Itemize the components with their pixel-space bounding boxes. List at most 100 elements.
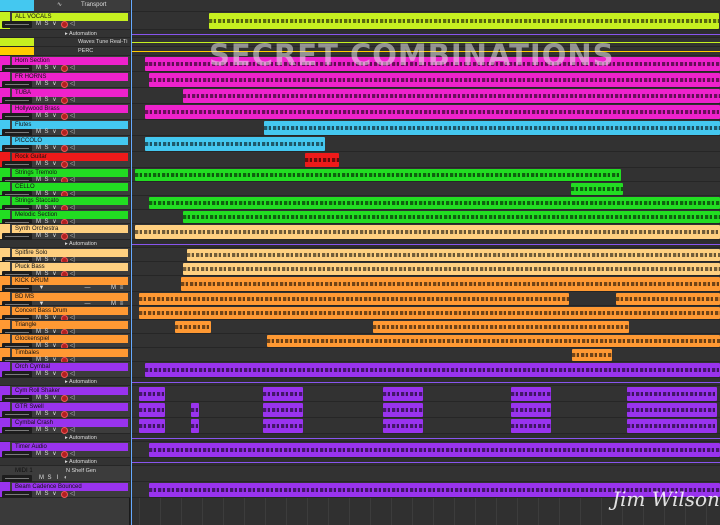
- audio-region[interactable]: [627, 403, 717, 417]
- track-name[interactable]: Beam Cadence Bounced: [12, 483, 128, 491]
- solo-button[interactable]: S: [43, 81, 50, 88]
- track-lane[interactable]: [131, 386, 720, 402]
- input-monitor-icon[interactable]: ∨: [51, 411, 58, 418]
- automation-row[interactable]: ▸ Automation: [0, 434, 130, 442]
- track-name[interactable]: Orch Cymbal: [12, 363, 128, 371]
- audio-region[interactable]: [373, 321, 629, 333]
- audio-region[interactable]: [263, 403, 303, 417]
- speaker-icon[interactable]: ◁: [70, 411, 77, 418]
- track-lane[interactable]: [131, 418, 720, 434]
- track-header[interactable]: Triangle M S ∨ ◁: [0, 320, 130, 336]
- track-lane[interactable]: [131, 104, 720, 120]
- track-lane[interactable]: [131, 334, 720, 348]
- track-header[interactable]: Timer Audio M S ∨ ◁: [0, 442, 130, 458]
- track-header[interactable]: Flutes M S ∨ ◁: [0, 120, 130, 136]
- audio-region[interactable]: [183, 89, 720, 103]
- track-lane[interactable]: [131, 136, 720, 152]
- audio-region[interactable]: [135, 169, 621, 181]
- speaker-icon[interactable]: ◁: [70, 427, 77, 434]
- track-lane[interactable]: [131, 306, 720, 320]
- audio-region[interactable]: [145, 105, 720, 119]
- audio-region[interactable]: [181, 277, 720, 291]
- mute-button[interactable]: M: [35, 371, 42, 378]
- audio-region[interactable]: [175, 321, 211, 333]
- track-lane[interactable]: [131, 466, 720, 482]
- track-lane[interactable]: [131, 442, 720, 458]
- audio-region[interactable]: [139, 419, 165, 433]
- automation-line[interactable]: [131, 382, 720, 383]
- track-header[interactable]: Horn Section M S ∨ ◁: [0, 56, 130, 72]
- solo-button[interactable]: S: [43, 113, 50, 120]
- track-name[interactable]: Timbales: [12, 349, 128, 357]
- playhead[interactable]: [131, 0, 132, 525]
- mute-button[interactable]: M: [35, 491, 42, 498]
- track-name[interactable]: Pluck Bass: [12, 263, 128, 271]
- track-name[interactable]: BD MS: [12, 293, 128, 301]
- input-monitor-icon[interactable]: ∨: [51, 145, 58, 152]
- mute-button[interactable]: M: [35, 427, 42, 434]
- speaker-icon[interactable]: ◁: [70, 81, 77, 88]
- solo-button[interactable]: S: [46, 475, 53, 482]
- input-monitor-icon[interactable]: ∨: [51, 395, 58, 402]
- audio-region[interactable]: [149, 443, 720, 457]
- record-arm-button[interactable]: [61, 145, 68, 152]
- audio-region[interactable]: [572, 349, 612, 361]
- solo-button[interactable]: S: [43, 371, 50, 378]
- input-monitor-icon[interactable]: ∨: [51, 21, 58, 28]
- record-arm-button[interactable]: [61, 113, 68, 120]
- audio-region[interactable]: [571, 183, 623, 195]
- input-monitor-icon[interactable]: ∨: [51, 491, 58, 498]
- speaker-icon[interactable]: ◁: [70, 451, 77, 458]
- audio-region[interactable]: [187, 249, 720, 261]
- record-arm-button[interactable]: [61, 233, 68, 240]
- track-name[interactable]: Timer Audio: [12, 443, 128, 451]
- record-arm-button[interactable]: [61, 395, 68, 402]
- track-lane[interactable]: [131, 348, 720, 362]
- solo-button[interactable]: S: [43, 451, 50, 458]
- track-name[interactable]: GTR Swell: [12, 403, 128, 411]
- automation-row[interactable]: ▸ Automation: [0, 240, 130, 248]
- track-name[interactable]: Cym Roll Shaker: [12, 387, 128, 395]
- transport-icon[interactable]: ∿: [56, 2, 63, 9]
- solo-button[interactable]: S: [43, 395, 50, 402]
- track-header[interactable]: TUBA M S ∨ ◁: [0, 88, 130, 104]
- track-header[interactable]: KICK DRUM ▼ — M ≡: [0, 276, 130, 292]
- track-lane[interactable]: [131, 402, 720, 418]
- track-header[interactable]: Orch Cymbal M S ∨ ◁: [0, 362, 130, 378]
- track-name[interactable]: Glockenspiel: [12, 335, 128, 343]
- speaker-icon[interactable]: ◁: [70, 233, 77, 240]
- audio-region[interactable]: [149, 197, 720, 209]
- arrangement-area[interactable]: [131, 0, 720, 525]
- mute-button[interactable]: M: [35, 411, 42, 418]
- track-header[interactable]: Strings Tremolo M S ∨ ◁: [0, 168, 130, 184]
- track-lane[interactable]: [131, 248, 720, 262]
- track-name[interactable]: PICCOLO: [12, 137, 128, 145]
- record-arm-button[interactable]: [61, 129, 68, 136]
- track-header[interactable]: Melodic Section M S ∨ ◁: [0, 210, 130, 226]
- track-lane[interactable]: [131, 30, 720, 38]
- track-name[interactable]: Synth Orchestra: [12, 225, 128, 233]
- track-name[interactable]: TUBA: [12, 89, 128, 97]
- input-monitor-icon[interactable]: ∨: [51, 427, 58, 434]
- track-header[interactable]: Transport ∿: [0, 0, 130, 12]
- track-header[interactable]: MIDI 1 M S I ◐: [0, 466, 130, 482]
- track-lane[interactable]: [131, 210, 720, 224]
- mute-button[interactable]: M: [35, 113, 42, 120]
- solo-button[interactable]: S: [43, 411, 50, 418]
- track-name[interactable]: FR HORNS: [12, 73, 128, 81]
- input-monitor-icon[interactable]: ∨: [51, 371, 58, 378]
- record-arm-button[interactable]: [61, 81, 68, 88]
- track-lane[interactable]: [131, 88, 720, 104]
- track-header[interactable]: Spitfire Solo M S ∨ ◁: [0, 248, 130, 264]
- plugin-row[interactable]: PERC: [0, 47, 130, 56]
- track-name[interactable]: Horn Section: [12, 57, 128, 65]
- automation-row[interactable]: ▸ Automation: [0, 378, 130, 386]
- track-header[interactable]: Concert Bass Drum M S ∨ ◁: [0, 306, 130, 322]
- automation-row[interactable]: ▸ Automation: [0, 458, 130, 466]
- track-header[interactable]: ALL VOCALS M S ∨ ◁: [0, 12, 130, 30]
- audio-region[interactable]: [139, 387, 165, 401]
- mute-button[interactable]: M: [35, 97, 42, 104]
- speaker-icon[interactable]: ◁: [70, 371, 77, 378]
- solo-button[interactable]: S: [43, 97, 50, 104]
- instrument-menu-icon[interactable]: ▼: [38, 285, 45, 292]
